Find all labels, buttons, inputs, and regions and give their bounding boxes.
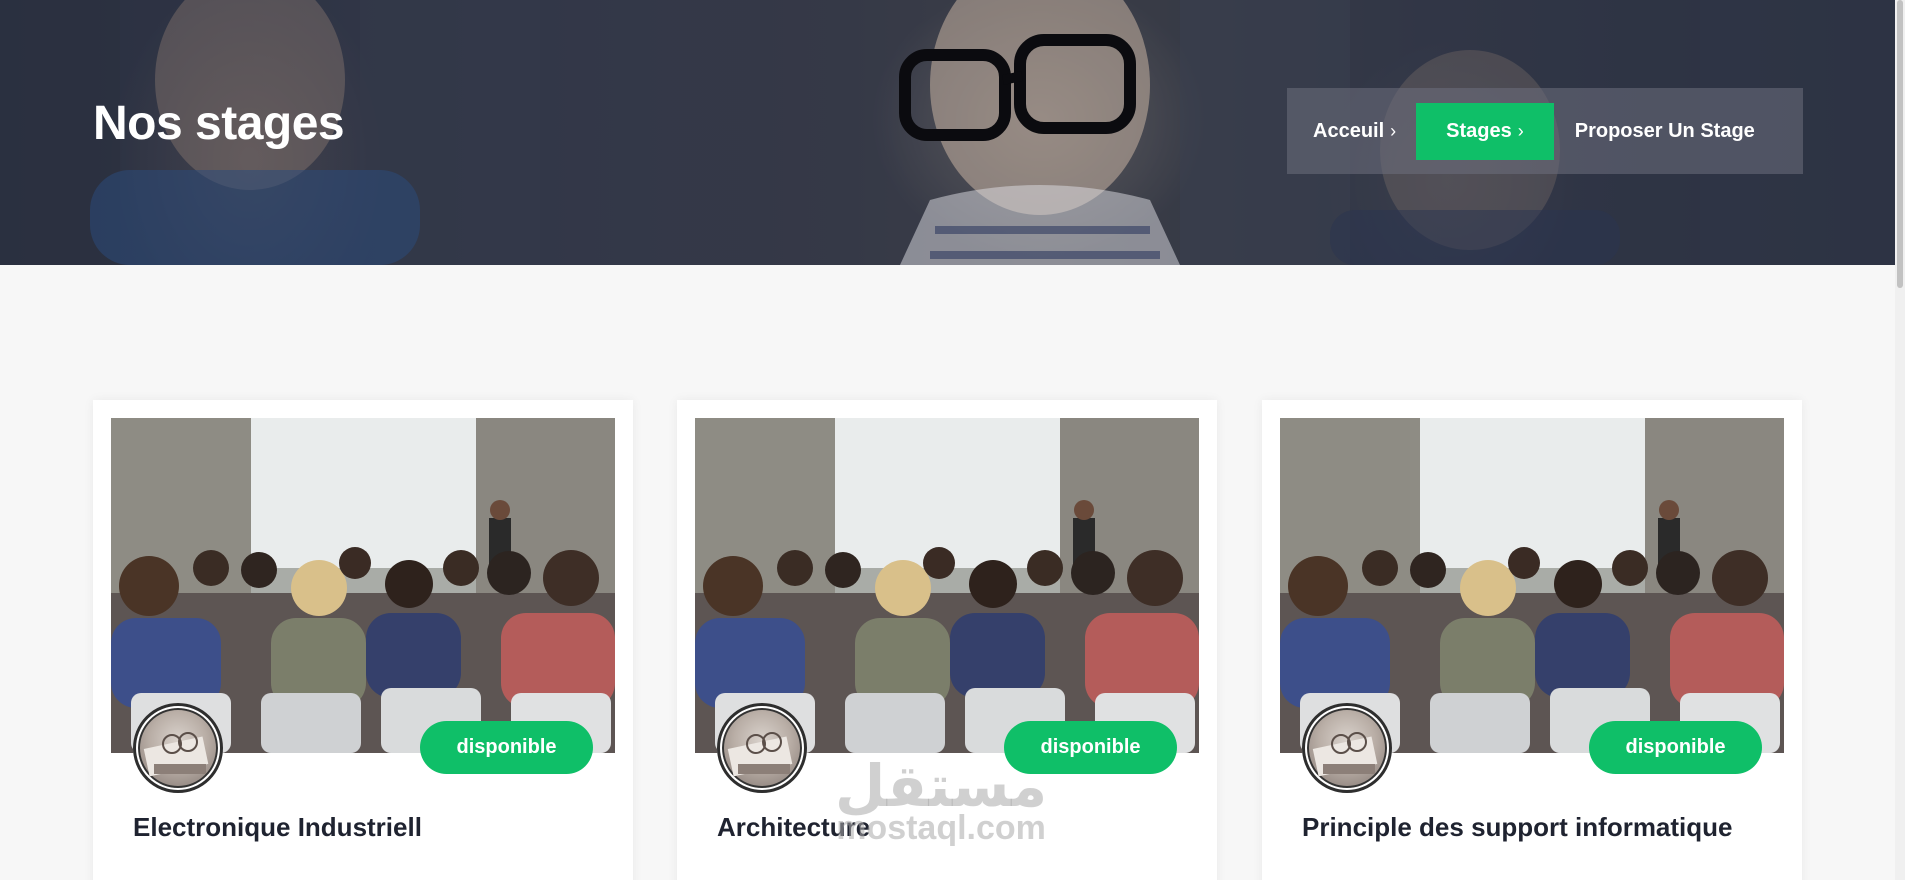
breadcrumb-label: Stages: [1446, 119, 1512, 142]
stage-card[interactable]: disponible Architecture: [677, 400, 1217, 880]
page-title: Nos stages: [93, 97, 345, 150]
notebook-icon: [143, 732, 209, 777]
chevron-right-icon: ›: [1517, 120, 1524, 141]
breadcrumb-label: Proposer Un Stage: [1574, 119, 1755, 142]
breadcrumb: Acceuil › Stages › Proposer Un Stage: [1287, 88, 1803, 174]
availability-badge[interactable]: disponible: [1004, 721, 1177, 774]
stage-card[interactable]: disponible Principle des support informa…: [1262, 400, 1802, 880]
card-image: [1280, 418, 1784, 753]
breadcrumb-item-home[interactable]: Acceuil ›: [1313, 103, 1416, 160]
card-image: [695, 418, 1199, 753]
availability-badge[interactable]: disponible: [1589, 721, 1762, 774]
breadcrumb-item-propose-stage[interactable]: Proposer Un Stage: [1554, 103, 1769, 160]
page-scrollbar-thumb[interactable]: [1897, 0, 1903, 288]
card-title[interactable]: Principle des support informatique: [1302, 812, 1733, 843]
card-title[interactable]: Architecture: [717, 812, 870, 843]
stage-card[interactable]: disponible Electronique Industriell: [93, 400, 633, 880]
card-avatar: [133, 703, 223, 793]
card-avatar: [1302, 703, 1392, 793]
card-image: [111, 418, 615, 753]
availability-badge[interactable]: disponible: [420, 721, 593, 774]
breadcrumb-item-stages[interactable]: Stages ›: [1416, 102, 1554, 160]
card-title[interactable]: Electronique Industriell: [133, 812, 422, 843]
page-hero-banner: Nos stages Acceuil › Stages › Proposer U…: [0, 0, 1895, 265]
chevron-right-icon: ›: [1390, 120, 1397, 141]
notebook-icon: [727, 732, 793, 777]
breadcrumb-label: Acceuil: [1313, 119, 1385, 142]
card-avatar: [717, 703, 807, 793]
notebook-icon: [1312, 732, 1378, 777]
